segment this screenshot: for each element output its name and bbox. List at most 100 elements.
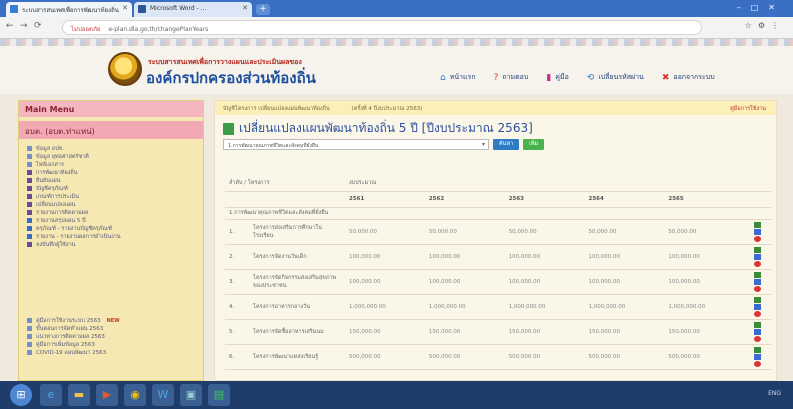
sidebar-menu-item[interactable]: รายงานสรุปแผน 5 ปี bbox=[27, 217, 195, 225]
view-icon[interactable] bbox=[754, 221, 762, 228]
delete-icon[interactable] bbox=[754, 360, 762, 367]
window-controls[interactable]: –□✕ bbox=[737, 3, 785, 12]
sidebar-menu-item[interactable]: บัญชีครุภัณฑ์ bbox=[27, 185, 195, 193]
delete-icon[interactable] bbox=[754, 335, 762, 342]
sidebar-menu-item[interactable]: รายงานการติดตามผล bbox=[27, 209, 195, 217]
download-item[interactable]: COVID-19 แผนพัฒนา 2563 bbox=[27, 349, 120, 357]
sidebar-menu-label: การพัฒนาท้องถิ่น bbox=[36, 170, 78, 176]
download-icon bbox=[27, 326, 32, 331]
budget-cell: 50,000.00 bbox=[664, 219, 745, 245]
nav-change-password[interactable]: ⟲ เปลี่ยนรหัสผ่าน bbox=[587, 72, 644, 83]
row-action-group bbox=[748, 221, 767, 242]
sidebar-menu-label: เกณฑ์การประเมิน bbox=[36, 194, 79, 200]
budget-cell: 50,000.00 bbox=[584, 219, 665, 245]
delete-icon[interactable] bbox=[754, 310, 762, 317]
word-icon[interactable]: W bbox=[152, 384, 174, 406]
sidebar-menu-item[interactable]: ข้อมูล ยุทธศาสตร์ชาติ bbox=[27, 153, 195, 161]
nav-manual-label: คู่มือ bbox=[555, 73, 569, 81]
edit-icon[interactable] bbox=[754, 228, 762, 235]
budget-cell: 100,000.00 bbox=[424, 244, 505, 270]
app-icon[interactable]: ▣ bbox=[180, 384, 202, 406]
project-name: โครงการจัดซื้ออาหารเสริมนม bbox=[249, 319, 345, 345]
browser-menu-icons[interactable]: ☆⚙⋮ bbox=[745, 21, 785, 30]
close-tab-icon[interactable]: ✕ bbox=[242, 4, 248, 12]
sidebar-menu-item[interactable]: ข้อมูล อปท. bbox=[27, 145, 195, 153]
budget-cell: 1,000,000.00 bbox=[664, 294, 745, 320]
project-name: โครงการจัดงานวันเด็ก bbox=[249, 244, 345, 270]
edit-icon[interactable] bbox=[754, 253, 762, 260]
logout-icon: ✖ bbox=[661, 72, 670, 83]
back-arrow-icon[interactable]: ← bbox=[6, 21, 14, 31]
strategy-select[interactable]: 1.การพัฒนาคุณภาพชีวิตและสังคมที่ยั่งยืน … bbox=[223, 139, 489, 150]
sidebar-menu-item[interactable]: รายงาน - รายงานผลการดำเนินงาน bbox=[27, 233, 195, 241]
start-icon[interactable]: ⊞ bbox=[10, 384, 32, 406]
edit-icon[interactable] bbox=[754, 328, 762, 335]
col-actions-header bbox=[744, 175, 771, 192]
sidebar-menu-item[interactable]: ครุภัณฑ์ - รายงานบัญชีครุภัณฑ์ bbox=[27, 225, 195, 233]
search-button[interactable]: ค้นหา bbox=[493, 139, 520, 150]
view-icon[interactable] bbox=[754, 296, 762, 303]
project-table: ลำดับ / โครงการ งบประมาณ 2561 2562 2563 256… bbox=[225, 175, 771, 370]
budget-cell: 150,000.00 bbox=[504, 319, 585, 345]
budget-cell: 100,000.00 bbox=[584, 269, 665, 295]
reload-icon[interactable]: ⟳ bbox=[34, 21, 42, 31]
forward-arrow-icon[interactable]: → bbox=[20, 21, 28, 31]
download-item[interactable]: คู่มือการใช้งานระบบ 2563 NEW bbox=[27, 317, 120, 325]
delete-icon[interactable] bbox=[754, 285, 762, 292]
sidebar: Main Menu อบต. (อบต.ท่าแหน่) ข้อมูล อปท.… bbox=[18, 100, 204, 381]
sidebar-menu-item[interactable]: ไฟล์เอกสาร bbox=[27, 161, 195, 169]
sidebar-menu-item[interactable]: การพัฒนาท้องถิ่น bbox=[27, 169, 195, 177]
url-input[interactable]: ไม่ปลอดภัย e-plan.dla.go.th/changePlanYe… bbox=[62, 20, 702, 35]
view-icon[interactable] bbox=[754, 346, 762, 353]
sidebar-menu-item[interactable]: ลงบันทึกผู้ใช้งาน bbox=[27, 241, 195, 249]
row-number: 4. bbox=[225, 294, 249, 320]
nav-home[interactable]: ⌂ หน้าแรก bbox=[440, 72, 476, 83]
close-tab-icon[interactable]: ✕ bbox=[122, 4, 128, 12]
nav-faq-label: ถามตอบ bbox=[502, 73, 529, 81]
edit-icon[interactable] bbox=[754, 278, 762, 285]
nav-logout[interactable]: ✖ ออกจากระบบ bbox=[662, 72, 715, 83]
edit-icon[interactable] bbox=[754, 353, 762, 360]
delete-icon[interactable] bbox=[754, 235, 762, 242]
col-project-header: ลำดับ / โครงการ bbox=[225, 175, 345, 192]
row-number: 5. bbox=[225, 319, 249, 345]
menu-bullet-icon bbox=[27, 234, 32, 239]
folder-icon[interactable]: ▬ bbox=[68, 384, 90, 406]
media-icon[interactable]: ▶ bbox=[96, 384, 118, 406]
chrome-icon[interactable]: ◉ bbox=[124, 384, 146, 406]
view-icon[interactable] bbox=[754, 271, 762, 278]
view-icon[interactable] bbox=[754, 321, 762, 328]
row-number: 2. bbox=[225, 244, 249, 270]
breadcrumb-note: (ครั้งที่ 4 ปีงบประมาณ 2563) bbox=[351, 106, 423, 112]
url-text: e-plan.dla.go.th/changePlanYears bbox=[108, 26, 209, 33]
sidebar-menu-item[interactable]: เปลี่ยนแปลงแผน bbox=[27, 201, 195, 209]
line-icon[interactable]: ▤ bbox=[208, 384, 230, 406]
sidebar-menu-item[interactable]: เกณฑ์การประเมิน bbox=[27, 193, 195, 201]
url-security-label: ไม่ปลอดภัย bbox=[71, 26, 101, 33]
download-item[interactable]: ขั้นตอนการจัดทำแผน 2563 bbox=[27, 325, 120, 333]
home-icon: ⌂ bbox=[440, 72, 446, 83]
new-tab-button[interactable]: + bbox=[256, 4, 270, 15]
sidebar-menu-item[interactable]: ยืนยันแผน bbox=[27, 177, 195, 185]
edit-icon[interactable] bbox=[754, 303, 762, 310]
budget-cell: 1,000,000.00 bbox=[424, 294, 505, 320]
delete-icon[interactable] bbox=[754, 260, 762, 267]
download-item[interactable]: คู่มือการเพิ่มข้อมูล 2563 bbox=[27, 341, 120, 349]
site-favicon-icon bbox=[10, 5, 18, 13]
manual-link[interactable]: คู่มือการใช้งาน bbox=[730, 105, 766, 113]
browser-tab-eplan[interactable]: ระบบสารสนเทศเพื่อการพัฒนาท้องถิ่น ✕ bbox=[6, 2, 132, 17]
download-item[interactable]: แนวทางการติดตามผล 2563 bbox=[27, 333, 120, 341]
row-action-group bbox=[748, 271, 767, 292]
row-actions bbox=[744, 219, 771, 245]
ie-icon[interactable]: e bbox=[40, 384, 62, 406]
site-header: ระบบสารสนเทศเพื่อการวางแผนและประเมินผลขอ… bbox=[0, 46, 793, 94]
project-name: โครงการจัดกิจกรรมส่งเสริมสุขภาพของประชาช… bbox=[249, 269, 345, 295]
nav-faq[interactable]: ? ถามตอบ bbox=[494, 72, 529, 83]
add-button[interactable]: เพิ่ม bbox=[523, 139, 545, 150]
browser-tab-title: Microsoft Word - ... bbox=[150, 5, 207, 12]
year-header: 2561 bbox=[345, 191, 425, 208]
view-icon[interactable] bbox=[754, 246, 762, 253]
download-icon bbox=[27, 350, 32, 355]
browser-tab-word[interactable]: Microsoft Word - ... ✕ bbox=[134, 2, 252, 17]
nav-manual[interactable]: ▮ คู่มือ bbox=[546, 72, 568, 83]
